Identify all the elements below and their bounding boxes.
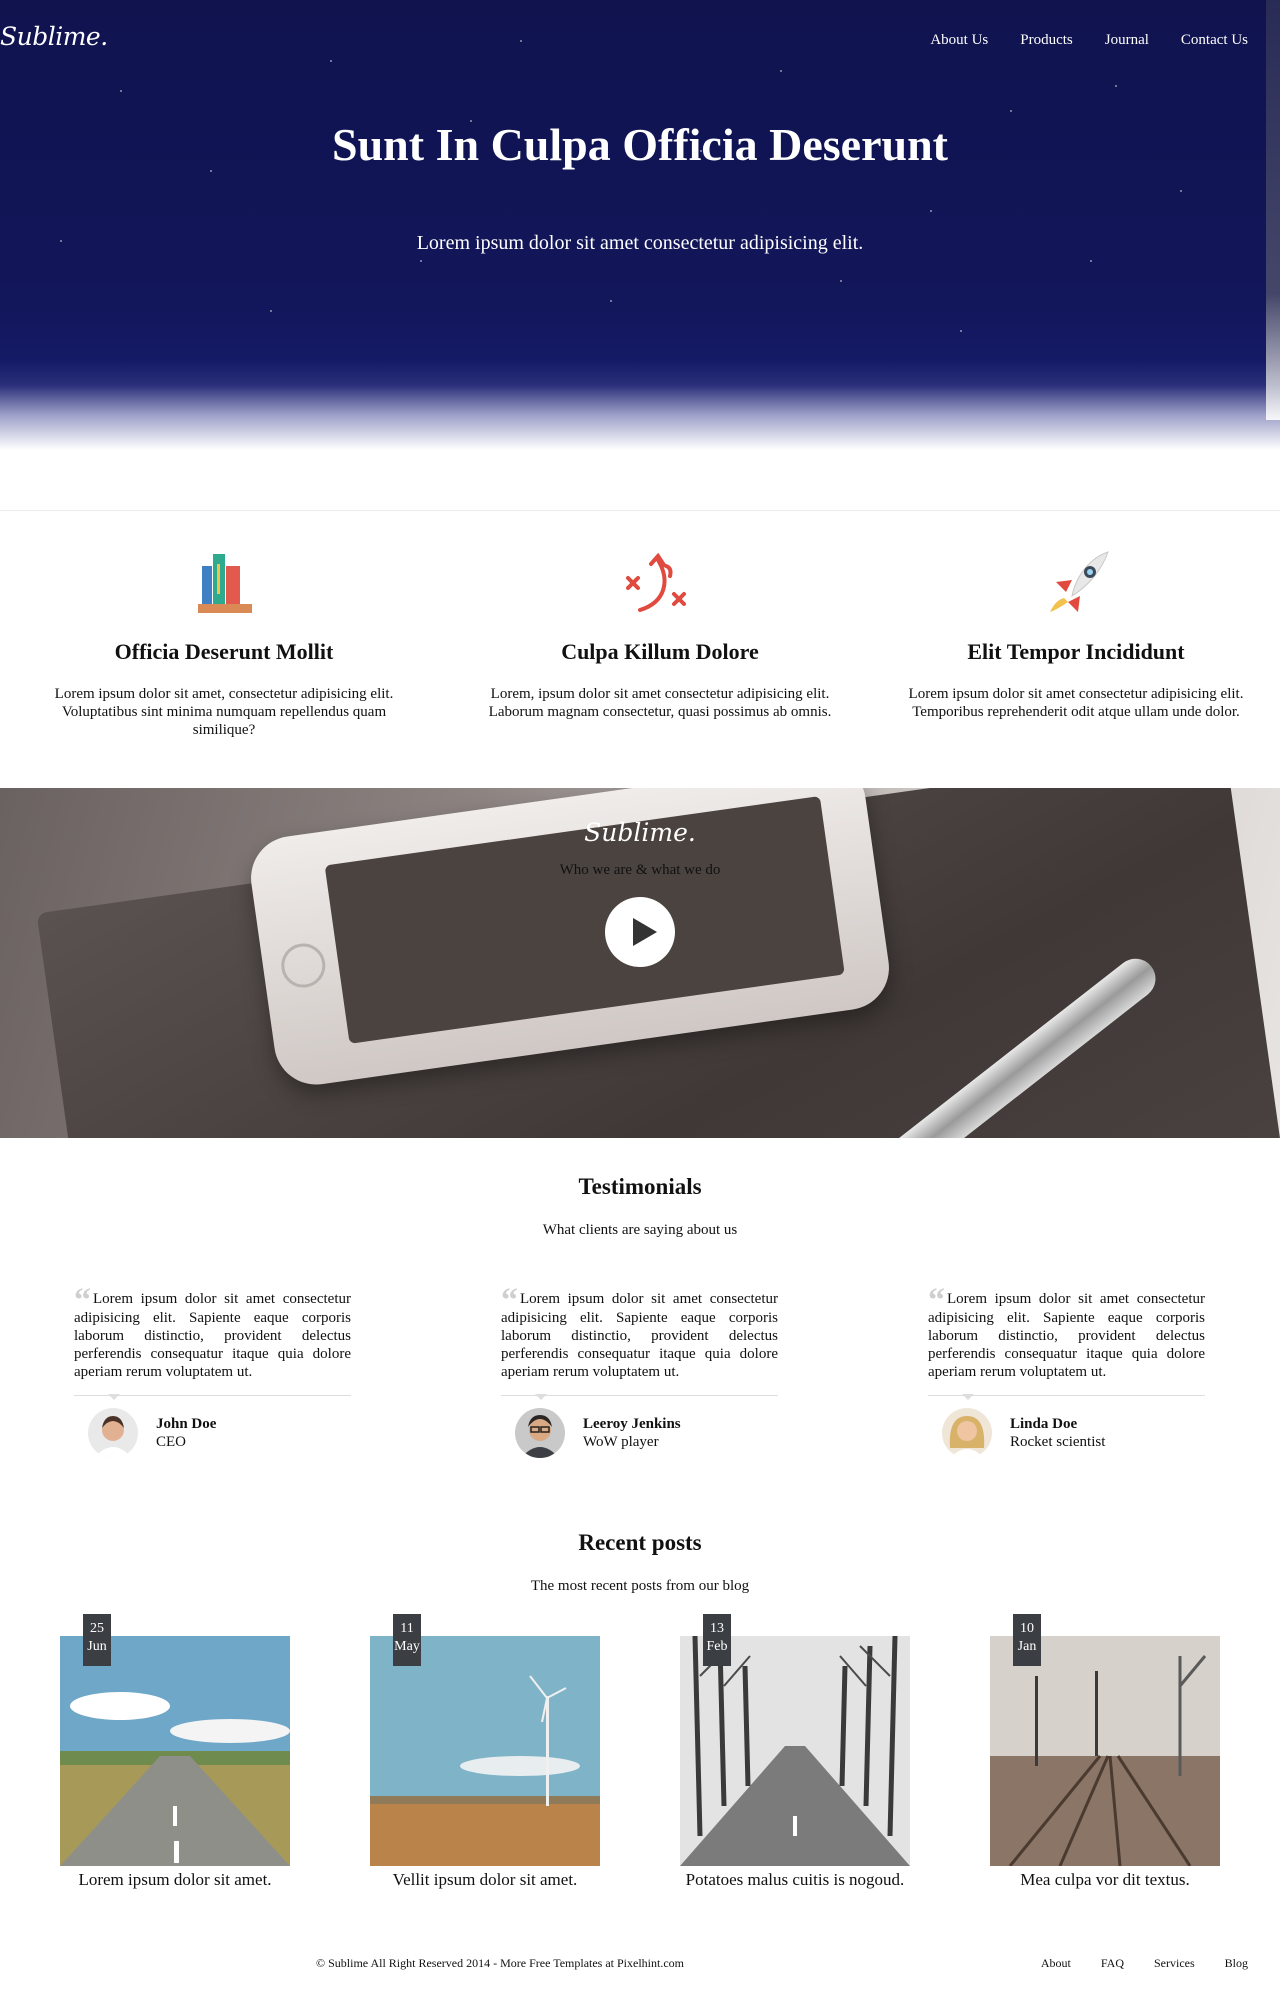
feature-title: Elit Tempor Incididunt	[967, 639, 1185, 664]
video-section: Sublime. Who we are & what we do	[0, 788, 1280, 1138]
post-day: 13	[710, 1621, 724, 1636]
feature-card: Culpa Killum Dolore Lorem, ipsum dolor s…	[480, 540, 840, 721]
post-month: Jan	[1017, 1639, 1037, 1654]
author-name: Leeroy Jenkins	[583, 1416, 681, 1432]
post-title[interactable]: Lorem ipsum dolor sit amet.	[20, 1870, 330, 1890]
footer-copyright: © Sublime All Right Reserved 2014 - More…	[316, 1956, 685, 1970]
posts-subtitle: The most recent posts from our blog	[530, 1578, 750, 1594]
avatar	[942, 1408, 992, 1458]
main-nav: About Us Products Journal Contact Us	[930, 32, 1248, 49]
rocket-icon	[1050, 551, 1109, 612]
site-logo[interactable]: Sublime.	[0, 22, 108, 51]
testimonial-author: John Doe CEO	[74, 1408, 351, 1464]
post-title[interactable]: Potatoes malus cuitis is nogoud.	[640, 1870, 950, 1890]
post-thumbnail[interactable]	[60, 1636, 290, 1866]
hero-section: Sublime. About Us Products Journal Conta…	[0, 0, 1280, 510]
feature-text: Lorem, ipsum dolor sit amet consectetur …	[488, 686, 832, 720]
video-logo: Sublime.	[584, 818, 696, 847]
author-role: WoW player	[583, 1434, 659, 1450]
video-subtitle: Who we are & what we do	[559, 862, 721, 878]
post-month: Jun	[87, 1639, 107, 1654]
post-title[interactable]: Vellit ipsum dolor sit amet.	[330, 1870, 640, 1890]
testimonial-card: “Lorem ipsum dolor sit amet consectetur …	[501, 1282, 778, 1464]
testimonials-title: Testimonials	[578, 1174, 702, 1199]
author-role: Rocket scientist	[1010, 1434, 1106, 1450]
post-month: May	[394, 1639, 420, 1654]
testimonials-subtitle: What clients are saying about us	[542, 1222, 738, 1238]
post-title[interactable]: Mea culpa vor dit textus.	[950, 1870, 1260, 1890]
section-divider	[0, 510, 1280, 511]
testimonial-author: Leeroy Jenkins WoW player	[501, 1408, 778, 1464]
feature-title: Officia Deserunt Mollit	[114, 639, 334, 664]
nav-journal[interactable]: Journal	[1105, 32, 1149, 49]
footer-link-faq[interactable]: FAQ	[1101, 1956, 1124, 1971]
play-icon[interactable]	[605, 897, 675, 967]
footer-link-about[interactable]: About	[1041, 1956, 1071, 1971]
post-date-badge: 25 Jun	[83, 1614, 111, 1666]
testimonial-author: Linda Doe Rocket scientist	[928, 1408, 1205, 1464]
post-thumbnail[interactable]	[990, 1636, 1220, 1866]
testimonial-quote: “Lorem ipsum dolor sit amet consectetur …	[928, 1282, 1205, 1381]
footer-nav: About FAQ Services Blog	[1041, 1956, 1248, 1971]
testimonial-quote: “Lorem ipsum dolor sit amet consectetur …	[74, 1282, 351, 1381]
footer-link-services[interactable]: Services	[1154, 1956, 1195, 1971]
feature-card: Elit Tempor Incididunt Lorem ipsum dolor…	[896, 540, 1256, 721]
avatar	[88, 1408, 138, 1458]
author-name: John Doe	[156, 1416, 217, 1432]
features-section: Officia Deserunt Mollit Lorem ipsum dolo…	[0, 540, 1280, 780]
testimonial-card: “Lorem ipsum dolor sit amet consectetur …	[928, 1282, 1205, 1464]
nav-contact-us[interactable]: Contact Us	[1181, 32, 1248, 49]
testimonial-divider	[928, 1394, 1205, 1400]
post-month: Feb	[706, 1639, 728, 1654]
feature-text: Lorem ipsum dolor sit amet consectetur a…	[908, 686, 1244, 720]
hero-subtitle: Lorem ipsum dolor sit amet consectetur a…	[416, 232, 864, 254]
post-date-badge: 11 May	[393, 1614, 421, 1666]
testimonial-divider	[501, 1394, 778, 1400]
post-day: 10	[1020, 1621, 1034, 1636]
post-thumbnail[interactable]	[370, 1636, 600, 1866]
posts-title: Recent posts	[578, 1530, 702, 1555]
testimonial-quote: “Lorem ipsum dolor sit amet consectetur …	[501, 1282, 778, 1381]
feature-text: Lorem ipsum dolor sit amet, consectetur …	[54, 686, 394, 738]
nav-about-us[interactable]: About Us	[930, 32, 988, 49]
author-role: CEO	[156, 1434, 186, 1450]
post-thumbnail[interactable]	[680, 1636, 910, 1866]
feature-card: Officia Deserunt Mollit Lorem ipsum dolo…	[44, 540, 404, 739]
post-date-badge: 13 Feb	[703, 1614, 731, 1666]
post-day: 25	[90, 1621, 104, 1636]
books-icon	[198, 554, 252, 613]
scroll-edge	[1266, 0, 1280, 420]
feature-title: Culpa Killum Dolore	[561, 639, 759, 664]
post-date-badge: 10 Jan	[1013, 1614, 1041, 1666]
testimonial-divider	[74, 1394, 351, 1400]
hero-title: Sunt In Culpa Officia Deserunt	[332, 119, 948, 170]
testimonial-card: “Lorem ipsum dolor sit amet consectetur …	[74, 1282, 351, 1464]
strategy-icon	[626, 552, 686, 612]
post-day: 11	[400, 1621, 414, 1636]
nav-products[interactable]: Products	[1020, 32, 1073, 49]
author-name: Linda Doe	[1010, 1416, 1078, 1432]
footer-link-blog[interactable]: Blog	[1225, 1956, 1248, 1971]
avatar	[515, 1408, 565, 1458]
